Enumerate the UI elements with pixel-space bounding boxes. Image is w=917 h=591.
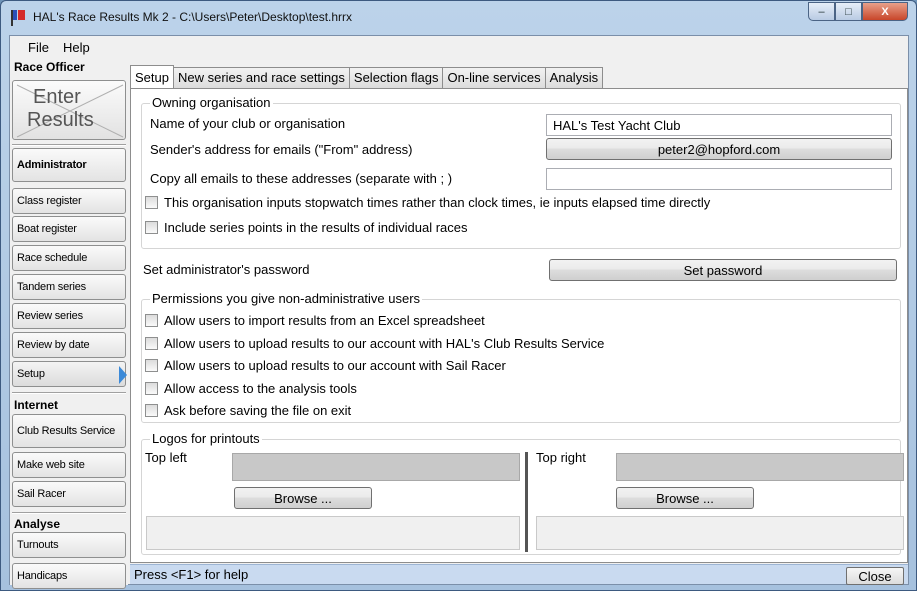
series-points-label: Include series points in the results of … bbox=[164, 219, 468, 235]
series-points-checkbox[interactable] bbox=[145, 220, 158, 234]
top-left-logo-preview bbox=[146, 516, 520, 550]
top-left-label: Top left bbox=[145, 450, 187, 465]
permission-analysis-checkbox[interactable] bbox=[145, 381, 158, 395]
sidebar-item-setup[interactable]: Setup bbox=[12, 361, 127, 387]
permissions-label: Permissions you give non-administrative … bbox=[150, 291, 423, 306]
selected-arrow-icon bbox=[119, 366, 127, 384]
admin-password-label: Set administrator's password bbox=[143, 262, 310, 277]
permissions-group: Permissions you give non-administrative … bbox=[141, 291, 901, 423]
copy-emails-label: Copy all emails to these addresses (sepa… bbox=[150, 171, 453, 186]
permission-item[interactable]: Allow users to import results from an Ex… bbox=[145, 312, 485, 328]
enter-results-button[interactable]: Enter Results bbox=[12, 80, 126, 140]
owning-organisation-group: Owning organisation Name of your club or… bbox=[141, 95, 901, 249]
browse-top-right-button[interactable]: Browse ... bbox=[616, 487, 754, 509]
club-name-field[interactable]: HAL's Test Yacht Club bbox=[546, 114, 892, 136]
sidebar-item-make-web-site[interactable]: Make web site bbox=[12, 452, 126, 478]
status-bar: Press <F1> for help Close bbox=[130, 564, 908, 585]
menu-file[interactable]: File bbox=[28, 40, 49, 55]
permission-item[interactable]: Allow users to upload results to our acc… bbox=[145, 335, 604, 351]
permission-item[interactable]: Allow access to the analysis tools bbox=[145, 380, 357, 396]
sidebar-item-class-register[interactable]: Class register bbox=[12, 188, 126, 214]
flag-icon bbox=[11, 10, 27, 26]
app-window: HAL's Race Results Mk 2 - C:\Users\Peter… bbox=[0, 0, 917, 591]
menu-bar: File Help bbox=[10, 36, 908, 58]
top-right-logo-box bbox=[616, 453, 904, 481]
internet-heading: Internet bbox=[14, 398, 59, 412]
tab-setup[interactable]: Setup bbox=[130, 65, 174, 88]
separator bbox=[12, 144, 126, 146]
client-area: File Help Race Officer Enter Results Adm… bbox=[9, 35, 909, 589]
close-button[interactable]: Close bbox=[846, 567, 904, 585]
permission-crs-checkbox[interactable] bbox=[145, 336, 158, 350]
stopwatch-checkbox[interactable] bbox=[145, 195, 158, 209]
sidebar-item-boat-register[interactable]: Boat register bbox=[12, 216, 126, 242]
menu-help[interactable]: Help bbox=[63, 40, 90, 55]
sidebar-item-sail-racer[interactable]: Sail Racer bbox=[12, 481, 126, 507]
tab-selection-flags[interactable]: Selection flags bbox=[348, 67, 444, 88]
browse-top-left-button[interactable]: Browse ... bbox=[234, 487, 372, 509]
copy-emails-field[interactable] bbox=[546, 168, 892, 190]
separator bbox=[12, 392, 126, 394]
sidebar: Race Officer Enter Results Administrator… bbox=[10, 58, 128, 589]
permission-save-label: Ask before saving the file on exit bbox=[164, 402, 352, 418]
sidebar-item-tandem-series[interactable]: Tandem series bbox=[12, 274, 126, 300]
sender-address-label: Sender's address for emails ("From" addr… bbox=[150, 142, 413, 157]
set-password-button[interactable]: Set password bbox=[549, 259, 897, 281]
club-name-label: Name of your club or organisation bbox=[150, 116, 346, 131]
enter-results-line1: Enter bbox=[33, 86, 81, 108]
stopwatch-label: This organisation inputs stopwatch times… bbox=[164, 194, 711, 210]
window-title: HAL's Race Results Mk 2 - C:\Users\Peter… bbox=[33, 10, 353, 24]
permission-analysis-label: Allow access to the analysis tools bbox=[164, 380, 357, 396]
separator bbox=[12, 512, 126, 514]
analyse-heading: Analyse bbox=[14, 517, 61, 531]
permission-save-checkbox[interactable] bbox=[145, 403, 158, 417]
permission-sailracer-checkbox[interactable] bbox=[145, 358, 158, 372]
top-right-label: Top right bbox=[536, 450, 586, 465]
permission-item[interactable]: Ask before saving the file on exit bbox=[145, 402, 351, 418]
permission-excel-label: Allow users to import results from an Ex… bbox=[164, 312, 485, 328]
sidebar-item-setup-label: Setup bbox=[17, 368, 45, 380]
tab-new-series[interactable]: New series and race settings bbox=[172, 67, 350, 88]
race-officer-heading: Race Officer bbox=[14, 60, 85, 74]
stopwatch-option[interactable]: This organisation inputs stopwatch times… bbox=[145, 194, 710, 210]
maximize-button[interactable]: □ bbox=[835, 2, 862, 21]
tab-analysis[interactable]: Analysis bbox=[544, 67, 604, 88]
sidebar-item-race-schedule[interactable]: Race schedule bbox=[12, 245, 126, 271]
series-points-option[interactable]: Include series points in the results of … bbox=[145, 219, 468, 235]
permission-excel-checkbox[interactable] bbox=[145, 313, 158, 327]
minimize-button[interactable]: – bbox=[808, 2, 835, 21]
permission-item[interactable]: Allow users to upload results to our acc… bbox=[145, 357, 506, 373]
sender-address-button[interactable]: peter2@hopford.com bbox=[546, 138, 892, 160]
logos-label: Logos for printouts bbox=[150, 431, 262, 446]
help-hint: Press <F1> for help bbox=[134, 567, 249, 582]
logo-divider bbox=[525, 452, 528, 552]
top-left-logo-box bbox=[232, 453, 520, 481]
sidebar-item-club-results-service[interactable]: Club Results Service bbox=[12, 414, 126, 448]
owning-organisation-label: Owning organisation bbox=[150, 95, 273, 110]
sidebar-item-turnouts[interactable]: Turnouts bbox=[12, 532, 126, 558]
tab-strip: Setup New series and race settings Selec… bbox=[130, 65, 604, 89]
setup-panel: Owning organisation Name of your club or… bbox=[130, 88, 908, 563]
sidebar-item-handicaps[interactable]: Handicaps bbox=[12, 563, 126, 589]
permission-sailracer-label: Allow users to upload results to our acc… bbox=[164, 357, 506, 373]
enter-results-line2: Results bbox=[27, 109, 94, 131]
top-right-logo-preview bbox=[536, 516, 904, 550]
permission-crs-label: Allow users to upload results to our acc… bbox=[164, 335, 605, 351]
administrator-button[interactable]: Administrator bbox=[12, 148, 126, 182]
tab-online-services[interactable]: On-line services bbox=[442, 67, 546, 88]
sidebar-item-review-by-date[interactable]: Review by date bbox=[12, 332, 126, 358]
title-bar[interactable]: HAL's Race Results Mk 2 - C:\Users\Peter… bbox=[1, 1, 916, 35]
sidebar-item-review-series[interactable]: Review series bbox=[12, 303, 126, 329]
close-window-button[interactable]: X bbox=[862, 2, 908, 21]
logos-group: Logos for printouts Top left Browse ... … bbox=[141, 431, 904, 555]
